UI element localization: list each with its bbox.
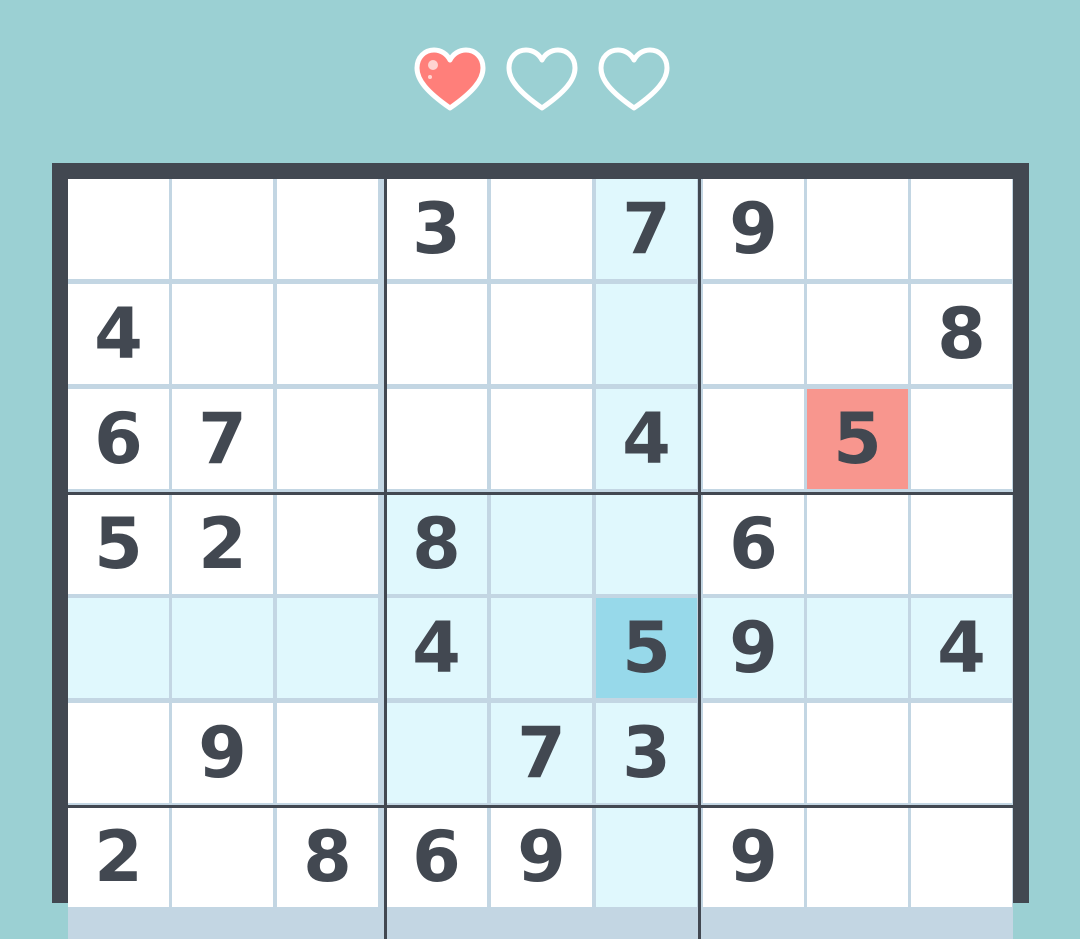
sudoku-cell-r1c6[interactable]: 7 [596,179,697,279]
sudoku-cell-r6c3[interactable] [277,703,378,803]
sudoku-cell-r2c1[interactable]: 4 [68,284,169,384]
sudoku-cell-r4c6[interactable] [596,494,697,594]
sudoku-cell-r5c5[interactable] [491,598,592,698]
sudoku-cell-r3c2[interactable]: 7 [172,389,273,489]
sudoku-cell-r6c1[interactable] [68,703,169,803]
sudoku-cell-r2c8[interactable] [807,284,908,384]
sudoku-cell-r7c4[interactable]: 6 [386,807,487,907]
sudoku-board: 3794867455286459497328699 [52,163,1029,939]
sudoku-cell-r4c5[interactable] [491,494,592,594]
sudoku-cell-r3c9[interactable] [911,389,1012,489]
sudoku-cell-r5c7[interactable]: 9 [703,598,804,698]
sudoku-cell-r5c2[interactable] [172,598,273,698]
sudoku-cell-r5c1[interactable] [68,598,169,698]
sudoku-cell-r5c8[interactable] [807,598,908,698]
sudoku-cell-r4c4[interactable]: 8 [386,494,487,594]
heart-filled-icon [414,47,486,111]
sudoku-cell-r3c5[interactable] [491,389,592,489]
sudoku-cell-r3c4[interactable] [386,389,487,489]
sudoku-cell-r7c5[interactable]: 9 [491,807,592,907]
sudoku-cell-r6c4[interactable] [386,703,487,803]
sudoku-cell-r5c9[interactable]: 4 [911,598,1012,698]
sudoku-cell-r7c3[interactable]: 8 [277,807,378,907]
lives-indicator [413,46,671,114]
sudoku-cell-r6c9[interactable] [911,703,1012,803]
box-divider [384,179,387,939]
sudoku-cell-r2c2[interactable] [172,284,273,384]
sudoku-cell-r3c7[interactable] [703,389,804,489]
sudoku-cell-r1c5[interactable] [491,179,592,279]
heart-empty-icon [598,47,670,111]
sudoku-cell-r6c2[interactable]: 9 [172,703,273,803]
sudoku-cell-r5c3[interactable] [277,598,378,698]
sudoku-cell-r4c9[interactable] [911,494,1012,594]
sudoku-cell-r6c7[interactable] [703,703,804,803]
sudoku-cell-r1c3[interactable] [277,179,378,279]
sudoku-cell-r6c6[interactable]: 3 [596,703,697,803]
sudoku-cell-r1c4[interactable]: 3 [386,179,487,279]
sudoku-cell-r1c2[interactable] [172,179,273,279]
sudoku-cell-r3c3[interactable] [277,389,378,489]
sudoku-cell-r2c6[interactable] [596,284,697,384]
sudoku-cell-r2c7[interactable] [703,284,804,384]
heart-empty-icon [506,47,578,111]
sudoku-cell-r7c9[interactable] [911,807,1012,907]
sudoku-cell-r1c9[interactable] [911,179,1012,279]
sudoku-cell-r7c7[interactable]: 9 [703,807,804,907]
sudoku-cell-r1c7[interactable]: 9 [703,179,804,279]
sudoku-cell-r4c1[interactable]: 5 [68,494,169,594]
sudoku-cell-r7c2[interactable] [172,807,273,907]
sudoku-cell-r7c6[interactable] [596,807,697,907]
box-divider [698,179,701,939]
sudoku-cell-r1c1[interactable] [68,179,169,279]
sudoku-cell-r3c6[interactable]: 4 [596,389,697,489]
sudoku-cell-r5c4[interactable]: 4 [386,598,487,698]
sudoku-cell-r6c8[interactable] [807,703,908,803]
sudoku-cell-r2c4[interactable] [386,284,487,384]
sudoku-cell-r4c2[interactable]: 2 [172,494,273,594]
sudoku-cell-r7c8[interactable] [807,807,908,907]
sudoku-cell-r3c1[interactable]: 6 [68,389,169,489]
sudoku-cell-r4c7[interactable]: 6 [703,494,804,594]
sudoku-cell-r3c8[interactable]: 5 [807,389,908,489]
sudoku-cell-r2c3[interactable] [277,284,378,384]
sudoku-cell-r6c5[interactable]: 7 [491,703,592,803]
sudoku-cell-r4c8[interactable] [807,494,908,594]
sudoku-cell-r4c3[interactable] [277,494,378,594]
box-divider [68,805,1013,808]
box-divider [68,492,1013,495]
sudoku-grid: 3794867455286459497328699 [68,179,1013,939]
sudoku-cell-r2c9[interactable]: 8 [911,284,1012,384]
sudoku-cell-r1c8[interactable] [807,179,908,279]
sudoku-cell-r5c6[interactable]: 5 [596,598,697,698]
sudoku-cell-r7c1[interactable]: 2 [68,807,169,907]
sudoku-cell-r2c5[interactable] [491,284,592,384]
